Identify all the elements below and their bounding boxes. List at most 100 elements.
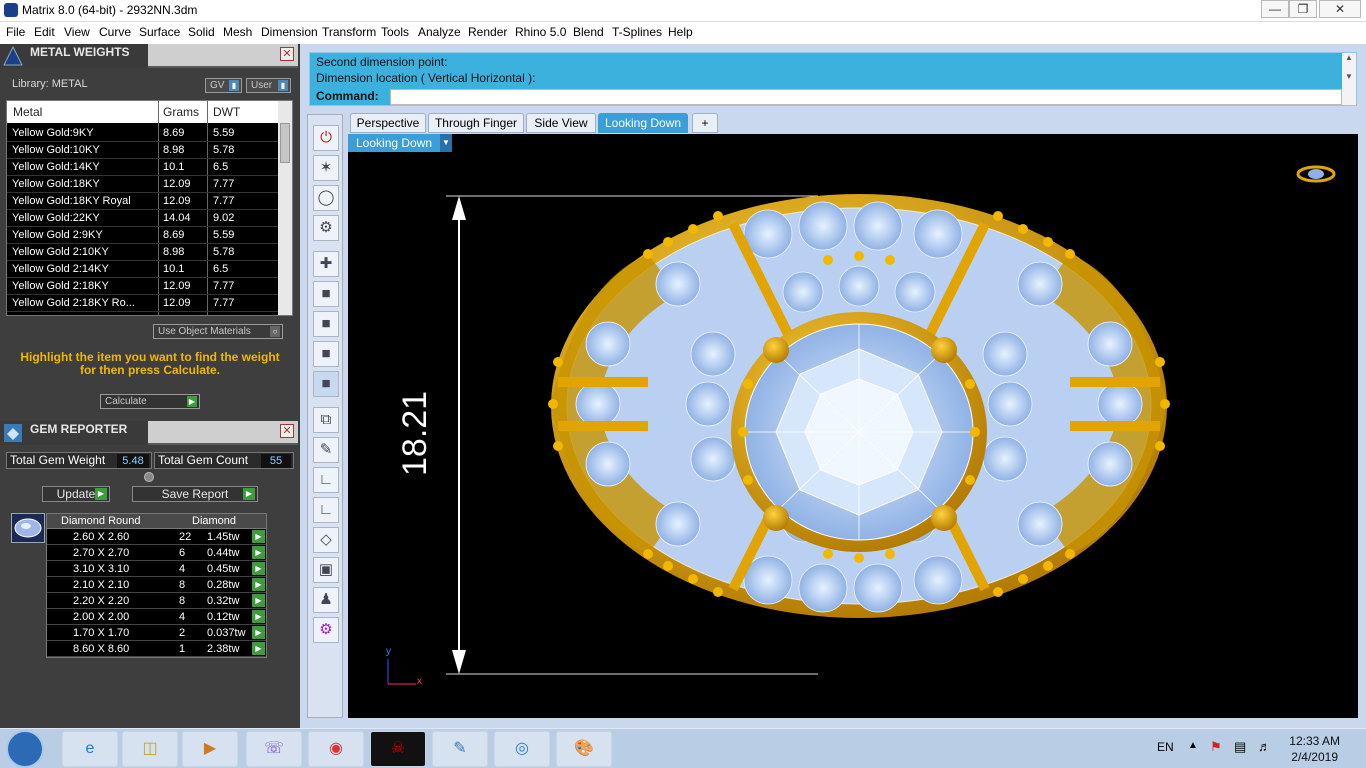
table-row[interactable]: Yellow Gold 2:18KY 12.09 7.77	[7, 278, 279, 295]
gem-row[interactable]: 2.60 X 2.60 22 1.45tw ▶	[47, 529, 266, 545]
table-row[interactable]: Yellow Gold 2:10KY 8.98 5.78	[7, 244, 279, 261]
column-dwt[interactable]: DWT	[213, 105, 240, 119]
menu-file[interactable]: File	[6, 25, 25, 39]
tab-side-view[interactable]: Side View	[526, 113, 596, 133]
menu-tsplines[interactable]: T-Splines	[612, 25, 662, 39]
menu-blend[interactable]: Blend	[573, 25, 604, 39]
menu-rhino[interactable]: Rhino 5.0	[515, 25, 566, 39]
menu-mesh[interactable]: Mesh	[223, 25, 252, 39]
language-indicator[interactable]: EN	[1157, 740, 1174, 754]
metal-weights-scrollbar[interactable]	[278, 101, 292, 315]
table-row[interactable]: Yellow Gold 2:9KY 8.69 5.59	[7, 227, 279, 244]
table-row[interactable]: Yellow Gold:9KY 8.69 5.59	[7, 125, 279, 142]
menu-help[interactable]: Help	[668, 25, 693, 39]
paint-icon[interactable]: 🎨	[556, 731, 612, 767]
snap-off-icon[interactable]: ∟	[313, 467, 339, 493]
snap-r-icon[interactable]: ∟	[313, 497, 339, 523]
nodes-icon[interactable]: ⚙	[313, 215, 339, 241]
figure-icon[interactable]: ♟	[313, 587, 339, 613]
gem-row[interactable]: 2.20 X 2.20 8 0.32tw ▶	[47, 593, 266, 609]
calculate-button[interactable]: Calculate ▶	[100, 394, 200, 409]
table-row[interactable]: Yellow Gold:18KY 12.09 7.77	[7, 176, 279, 193]
menu-edit[interactable]: Edit	[34, 25, 55, 39]
save-report-button[interactable]: Save Report ▶	[132, 486, 258, 502]
table-row[interactable]: Yellow Gold:18KY Royal 12.09 7.77	[7, 193, 279, 210]
power-icon[interactable]: ⏻	[313, 125, 339, 151]
command-scrollbar[interactable]: ▲ ▼	[1342, 53, 1356, 105]
h-box-icon[interactable]: ▣	[313, 557, 339, 583]
gem-row[interactable]: 3.10 X 3.10 4 0.45tw ▶	[47, 561, 266, 577]
gem-row[interactable]: 1.70 X 1.70 2 0.037tw ▶	[47, 625, 266, 641]
select-gem-button[interactable]: ▶	[252, 578, 265, 591]
start-button[interactable]	[6, 730, 44, 768]
cube-perspective-icon[interactable]: ■	[313, 371, 339, 397]
globe-icon[interactable]: ◯	[313, 185, 339, 211]
game-icon[interactable]: ☠	[370, 731, 426, 767]
notes-icon[interactable]: ✎	[432, 731, 488, 767]
update-button[interactable]: Update ▶	[42, 486, 110, 502]
menu-solid[interactable]: Solid	[188, 25, 215, 39]
gem-row[interactable]: 2.70 X 2.70 6 0.44tw ▶	[47, 545, 266, 561]
flag-icon[interactable]: ⚑	[1210, 739, 1222, 755]
gv-toggle[interactable]: GV ▮	[205, 78, 242, 93]
cube-side-icon[interactable]: ■	[313, 341, 339, 367]
select-gem-button[interactable]: ▶	[252, 546, 265, 559]
select-gem-button[interactable]: ▶	[252, 610, 265, 623]
menu-render[interactable]: Render	[468, 25, 507, 39]
viewport[interactable]: Looking Down ▼ 18.21 y x	[348, 134, 1358, 718]
select-gem-button[interactable]: ▶	[252, 642, 265, 655]
minimize-button[interactable]: —	[1261, 0, 1289, 18]
menu-tools[interactable]: Tools	[381, 25, 409, 39]
select-gem-button[interactable]: ▶	[252, 530, 265, 543]
media-icon[interactable]: ▶	[182, 731, 238, 767]
scroll-thumb[interactable]	[280, 123, 290, 163]
close-window-button[interactable]: ✕	[1319, 0, 1361, 18]
viber-icon[interactable]: ☏	[246, 731, 302, 767]
gem-row[interactable]: 8.60 X 8.60 1 2.38tw ▶	[47, 641, 266, 657]
close-metal-weights-icon[interactable]: ✕	[280, 47, 294, 61]
table-row[interactable]: Yellow Gold:14KY 10.1 6.5	[7, 159, 279, 176]
tab-through-finger[interactable]: Through Finger	[428, 113, 524, 133]
table-row[interactable]: Yellow Gold 2:18KY Ro... 12.09 7.77	[7, 295, 279, 312]
command-input[interactable]	[390, 89, 1342, 105]
select-gem-button[interactable]: ▶	[252, 594, 265, 607]
menu-curve[interactable]: Curve	[99, 25, 131, 39]
tab-perspective[interactable]: Perspective	[350, 113, 426, 133]
chrome-icon[interactable]: ◉	[308, 731, 364, 767]
menu-analyze[interactable]: Analyze	[418, 25, 461, 39]
vo-icon[interactable]: ◎	[494, 731, 550, 767]
maximize-button[interactable]: ❐	[1289, 0, 1317, 18]
gem-row[interactable]: 2.10 X 2.10 8 0.28tw ▶	[47, 577, 266, 593]
use-object-materials-checkbox[interactable]: Use Object Materials ○	[153, 324, 283, 339]
menu-transform[interactable]: Transform	[322, 25, 376, 39]
gem-row[interactable]: 2.00 X 2.00 4 0.12tw ▶	[47, 609, 266, 625]
scroll-down-icon[interactable]: ▼	[1342, 72, 1356, 81]
explorer-icon[interactable]: ◫	[122, 731, 178, 767]
gumball-icon[interactable]: ✶	[313, 155, 339, 181]
tray-expand-icon[interactable]: ▲	[1188, 740, 1198, 751]
clock[interactable]: 12:33 AM 2/4/2019	[1289, 733, 1340, 765]
measure-icon[interactable]: ◇	[313, 527, 339, 553]
menu-view[interactable]: View	[64, 25, 90, 39]
cube-top-icon[interactable]: ■	[313, 281, 339, 307]
cube-front-icon[interactable]: ■	[313, 311, 339, 337]
ie-icon[interactable]: e	[62, 731, 118, 767]
add-tab-button[interactable]: +	[692, 113, 718, 133]
volume-icon[interactable]: ♬	[1258, 739, 1271, 754]
column-grams[interactable]: Grams	[163, 105, 199, 119]
scroll-up-icon[interactable]: ▲	[1342, 53, 1356, 62]
network-icon[interactable]: ▤	[1234, 739, 1246, 755]
table-row[interactable]: Yellow Gold:22KY 14.04 9.02	[7, 210, 279, 227]
column-metal[interactable]: Metal	[13, 105, 42, 119]
user-toggle[interactable]: User ▮	[246, 78, 291, 93]
select-gem-button[interactable]: ▶	[252, 626, 265, 639]
table-row[interactable]: Yellow Gold:10KY 8.98 5.78	[7, 142, 279, 159]
zoom-extents-icon[interactable]: ⧉	[313, 407, 339, 433]
close-gem-reporter-icon[interactable]: ✕	[280, 424, 294, 438]
splitter-handle[interactable]	[144, 472, 154, 482]
table-row[interactable]: Yellow Gold 2:14KY 10.1 6.5	[7, 261, 279, 278]
select-gem-button[interactable]: ▶	[252, 562, 265, 575]
menu-surface[interactable]: Surface	[139, 25, 180, 39]
tab-looking-down[interactable]: Looking Down	[598, 113, 688, 133]
pen-icon[interactable]: ✎	[313, 437, 339, 463]
